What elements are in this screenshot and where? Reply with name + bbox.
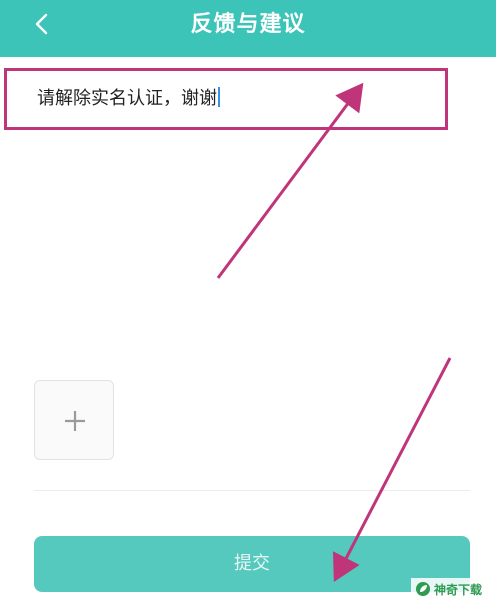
feedback-text-value: 请解除实名认证，谢谢 <box>37 88 217 109</box>
plus-icon <box>65 411 85 431</box>
page-title: 反馈与建议 <box>190 12 306 37</box>
text-caret <box>218 87 220 107</box>
divider <box>34 490 470 491</box>
watermark: 神奇下载 <box>410 578 486 600</box>
leaf-logo-icon <box>415 582 430 596</box>
header-bar: 反馈与建议 <box>0 0 496 57</box>
submit-button[interactable]: 提交 <box>34 536 470 592</box>
feedback-input-text: 请解除实名认证，谢谢 <box>37 86 220 112</box>
watermark-text: 神奇下载 <box>433 582 482 597</box>
add-image-button[interactable] <box>34 380 114 460</box>
feedback-input[interactable]: 请解除实名认证，谢谢 <box>4 68 448 130</box>
